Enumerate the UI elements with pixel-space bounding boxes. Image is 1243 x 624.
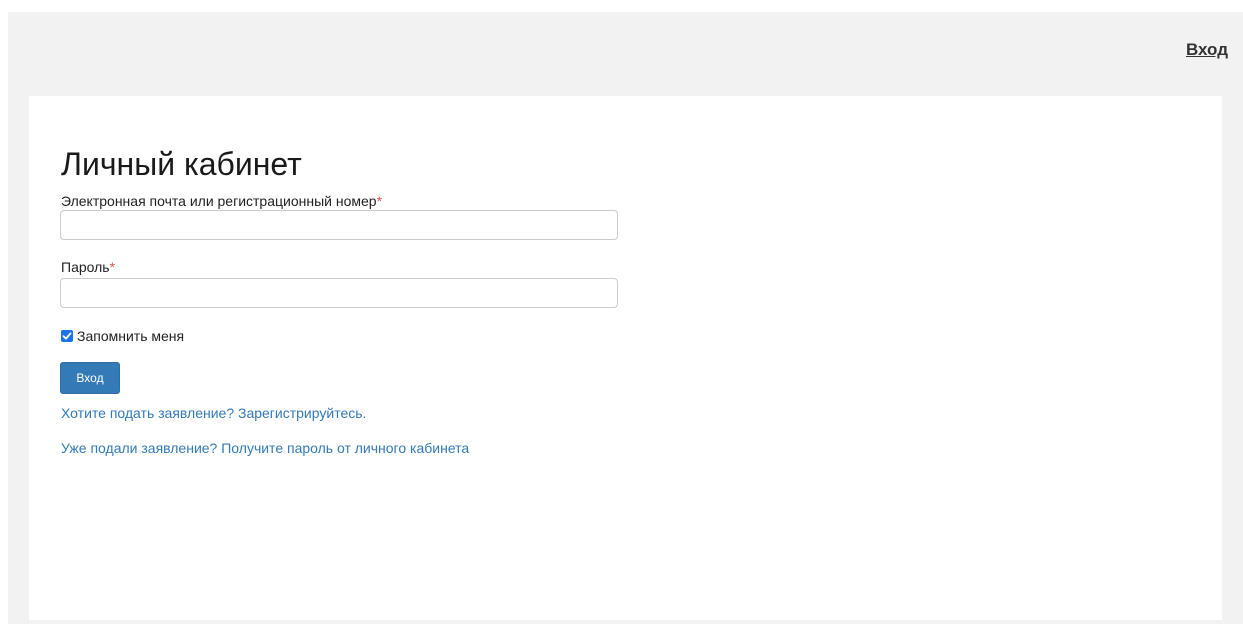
remember-checkbox[interactable] xyxy=(61,330,73,342)
page-title: Личный кабинет xyxy=(61,146,302,182)
email-label: Электронная почта или регистрационный но… xyxy=(61,193,382,209)
checkmark-icon xyxy=(62,332,72,340)
password-label-text: Пароль xyxy=(61,259,110,275)
email-label-text: Электронная почта или регистрационный но… xyxy=(61,193,377,209)
page-frame: Вход Личный кабинет Электронная почта ил… xyxy=(8,12,1243,624)
password-field[interactable] xyxy=(60,278,618,308)
password-label: Пароль* xyxy=(61,259,115,275)
get-password-link[interactable]: Уже подали заявление? Получите пароль от… xyxy=(61,440,469,456)
header-login-link[interactable]: Вход xyxy=(1186,40,1228,60)
register-link[interactable]: Хотите подать заявление? Зарегистрируйте… xyxy=(61,405,366,421)
password-required-mark: * xyxy=(109,259,116,275)
remember-label[interactable]: Запомнить меня xyxy=(77,328,184,344)
login-panel: Личный кабинет Электронная почта или рег… xyxy=(29,96,1222,620)
remember-me: Запомнить меня xyxy=(61,328,184,344)
login-button[interactable]: Вход xyxy=(60,362,120,394)
email-field[interactable] xyxy=(60,210,618,240)
email-required-mark: * xyxy=(376,193,383,209)
